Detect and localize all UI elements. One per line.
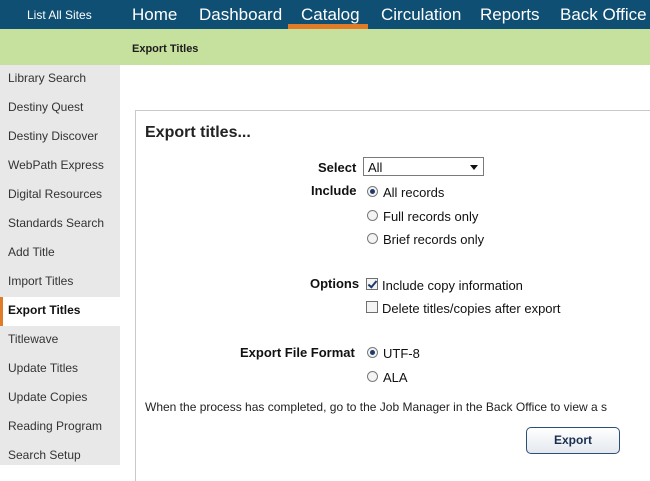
sidebar-item-label: Standards Search [8, 216, 105, 230]
sidebar-item-update-titles[interactable]: Update Titles [0, 355, 120, 384]
checkbox-include-copy-label: Include copy information [382, 278, 523, 293]
radio-brief-records-label: Brief records only [383, 232, 485, 247]
radio-ala-label: ALA [383, 370, 408, 385]
radio-ala[interactable] [367, 371, 378, 382]
section-title: Export Titles [132, 43, 199, 55]
sidebar-item-label: Digital Resources [8, 187, 103, 201]
tab-back-office[interactable]: Back Office [560, 5, 647, 25]
sidebar-item-label: WebPath Express [8, 158, 104, 172]
sidebar: Library Search Destiny Quest Destiny Dis… [0, 65, 120, 465]
tab-home[interactable]: Home [132, 5, 177, 25]
export-button[interactable]: Export [526, 427, 620, 454]
radio-utf8-label: UTF-8 [383, 346, 420, 361]
tab-circulation[interactable]: Circulation [381, 5, 461, 25]
radio-all-records[interactable] [367, 186, 378, 197]
sidebar-item-standards-search[interactable]: Standards Search [0, 210, 120, 239]
page-title: Export titles... [145, 124, 251, 141]
sidebar-item-webpath-express[interactable]: WebPath Express [0, 152, 120, 181]
sidebar-item-titlewave[interactable]: Titlewave [0, 326, 120, 355]
sidebar-item-label: Update Copies [8, 390, 88, 404]
sidebar-item-destiny-quest[interactable]: Destiny Quest [0, 94, 120, 123]
radio-all-records-label: All records [383, 185, 445, 200]
select-label: Select [318, 160, 357, 175]
tab-catalog[interactable]: Catalog [301, 5, 360, 25]
sidebar-item-label: Add Title [8, 245, 55, 259]
sidebar-item-library-search[interactable]: Library Search [0, 65, 120, 94]
select-dropdown[interactable]: All [363, 157, 484, 176]
sidebar-item-label: Export Titles [8, 303, 81, 317]
sidebar-item-update-copies[interactable]: Update Copies [0, 384, 120, 413]
sidebar-item-destiny-discover[interactable]: Destiny Discover [0, 123, 120, 152]
radio-full-records-label: Full records only [383, 209, 479, 224]
sidebar-item-digital-resources[interactable]: Digital Resources [0, 181, 120, 210]
checkbox-include-copy[interactable] [366, 278, 378, 290]
sidebar-item-reading-program[interactable]: Reading Program [0, 413, 120, 442]
sidebar-item-label: Library Search [8, 71, 87, 85]
list-all-sites-link[interactable]: List All Sites [27, 8, 92, 22]
tab-dashboard[interactable]: Dashboard [199, 5, 282, 25]
checkbox-delete-after-export[interactable] [366, 301, 378, 313]
radio-utf8[interactable] [367, 347, 378, 358]
sidebar-item-label: Reading Program [8, 419, 103, 433]
tab-reports[interactable]: Reports [480, 5, 540, 25]
sidebar-item-label: Update Titles [8, 361, 79, 375]
top-nav-bar: List All Sites Home Dashboard Catalog Ci… [0, 0, 650, 29]
sidebar-item-label: Destiny Discover [8, 129, 99, 143]
options-label: Options [310, 276, 360, 291]
checkbox-delete-after-export-label: Delete titles/copies after export [382, 301, 561, 316]
format-label: Export File Format [240, 345, 355, 360]
select-value: All [368, 160, 383, 175]
radio-brief-records[interactable] [367, 233, 378, 244]
radio-full-records[interactable] [367, 210, 378, 221]
sidebar-item-label: Search Setup [8, 448, 81, 462]
include-label: Include [311, 183, 357, 198]
chevron-down-icon [470, 165, 478, 170]
sub-header: Export Titles [0, 29, 650, 65]
sidebar-item-add-title[interactable]: Add Title [0, 239, 120, 268]
sidebar-item-import-titles[interactable]: Import Titles [0, 268, 120, 297]
sidebar-item-label: Import Titles [8, 274, 74, 288]
sidebar-item-label: Titlewave [8, 332, 59, 346]
completion-note: When the process has completed, go to th… [145, 400, 608, 414]
sidebar-item-label: Destiny Quest [8, 100, 84, 114]
sidebar-item-export-titles[interactable]: Export Titles [0, 297, 120, 326]
sidebar-item-search-setup[interactable]: Search Setup [0, 442, 120, 471]
